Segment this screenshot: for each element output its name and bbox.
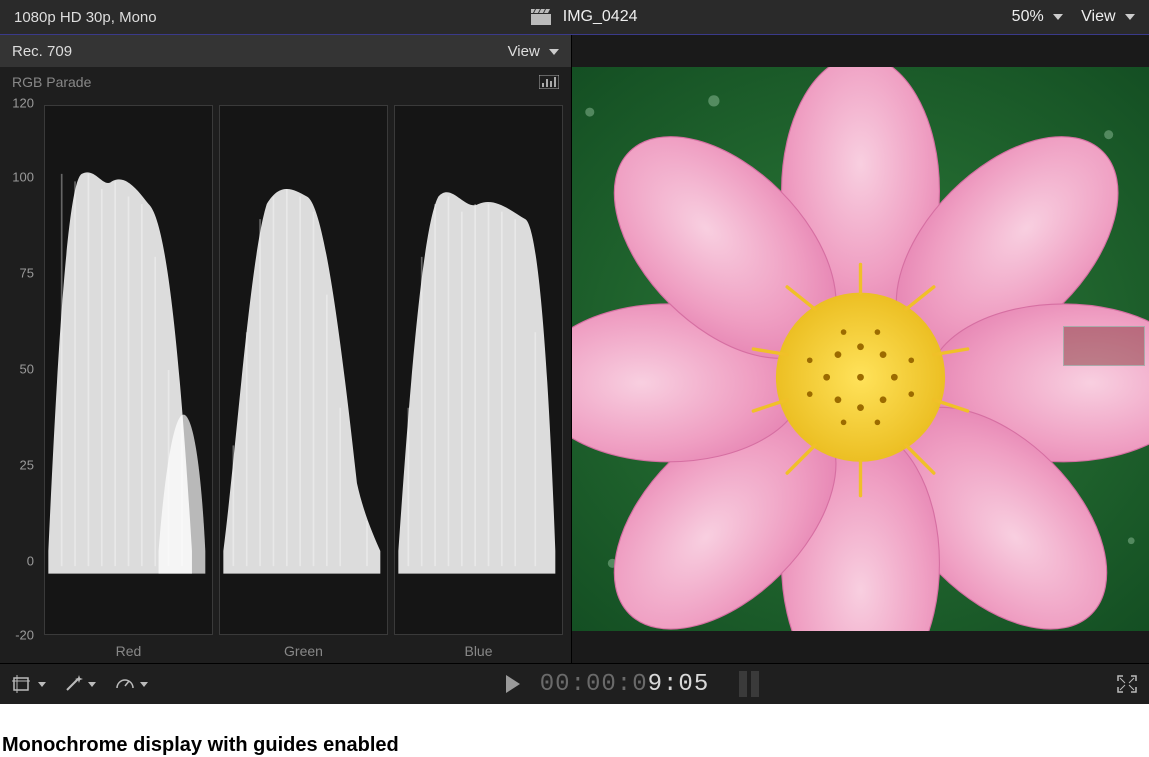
chevron-down-icon <box>1125 8 1135 26</box>
scope-x-labels: Red Green Blue <box>44 643 563 659</box>
scopes-pane: Rec. 709 View RGB Parade 120 100 75 50 <box>0 35 572 663</box>
crop-tool-dropdown[interactable] <box>12 675 46 693</box>
scopes-view-dropdown[interactable]: View <box>508 43 559 60</box>
channel-label: Blue <box>394 643 563 659</box>
scope-plots <box>44 105 563 635</box>
app-window: 1080p HD 30p, Mono IMG_0424 50% View Rec… <box>0 0 1149 704</box>
scopes-header: Rec. 709 View <box>0 35 571 67</box>
viewer-pane <box>572 35 1149 663</box>
clapper-icon <box>531 9 551 25</box>
scope-display: 120 100 75 50 25 0 -20 <box>0 97 571 663</box>
figure-caption: Monochrome display with guides enabled <box>0 704 1149 757</box>
view-dropdown[interactable]: View <box>1081 8 1135 26</box>
format-label: 1080p HD 30p, Mono <box>14 9 157 26</box>
y-tick: 100 <box>12 170 34 185</box>
scopes-subheader: RGB Parade <box>0 67 571 97</box>
scopes-view-label: View <box>508 43 540 60</box>
y-tick: 50 <box>20 362 34 377</box>
scope-type-label: RGB Parade <box>12 74 91 90</box>
zoom-dropdown[interactable]: 50% <box>1012 8 1063 26</box>
color-sample-overlay[interactable] <box>1063 326 1145 366</box>
timecode-bright: 9:05 <box>648 671 710 698</box>
y-tick: 25 <box>20 457 34 472</box>
viewer-topbar: 1080p HD 30p, Mono IMG_0424 50% View <box>0 0 1149 35</box>
timecode-dim: 00:00:0 <box>540 671 648 698</box>
play-button[interactable] <box>506 675 522 693</box>
color-space-label: Rec. 709 <box>12 43 72 60</box>
y-tick: 120 <box>12 96 34 111</box>
enhance-tool-dropdown[interactable] <box>64 675 96 693</box>
scope-y-axis: 120 100 75 50 25 0 -20 <box>0 103 40 635</box>
y-tick: -20 <box>15 628 34 643</box>
y-tick: 75 <box>20 266 34 281</box>
chevron-down-icon <box>140 682 148 687</box>
fullscreen-button[interactable] <box>1117 675 1137 693</box>
chevron-down-icon <box>38 682 46 687</box>
chevron-down-icon <box>549 43 559 60</box>
y-tick: 0 <box>27 553 34 568</box>
viewer-bottom-strip <box>572 631 1149 663</box>
view-label: View <box>1081 8 1115 25</box>
chevron-down-icon <box>88 682 96 687</box>
scope-settings-icon[interactable] <box>539 75 559 89</box>
scope-channel-red <box>44 105 213 635</box>
waveform-trace <box>395 106 562 634</box>
viewer-canvas[interactable] <box>572 67 1149 631</box>
scope-channel-blue <box>394 105 563 635</box>
zoom-value: 50% <box>1012 8 1044 25</box>
transport-toolbar: 00:00:09:05 <box>0 663 1149 704</box>
retime-tool-dropdown[interactable] <box>114 675 148 693</box>
waveform-trace <box>45 106 212 634</box>
viewer-top-strip <box>572 35 1149 67</box>
waveform-trace <box>220 106 387 634</box>
timecode-display[interactable]: 00:00:09:05 <box>540 671 709 698</box>
main-split: Rec. 709 View RGB Parade 120 100 75 50 <box>0 35 1149 663</box>
scope-channel-green <box>219 105 388 635</box>
audio-meter <box>739 671 759 697</box>
channel-label: Red <box>44 643 213 659</box>
chevron-down-icon <box>1053 8 1063 26</box>
channel-label: Green <box>219 643 388 659</box>
clip-name: IMG_0424 <box>563 8 638 26</box>
